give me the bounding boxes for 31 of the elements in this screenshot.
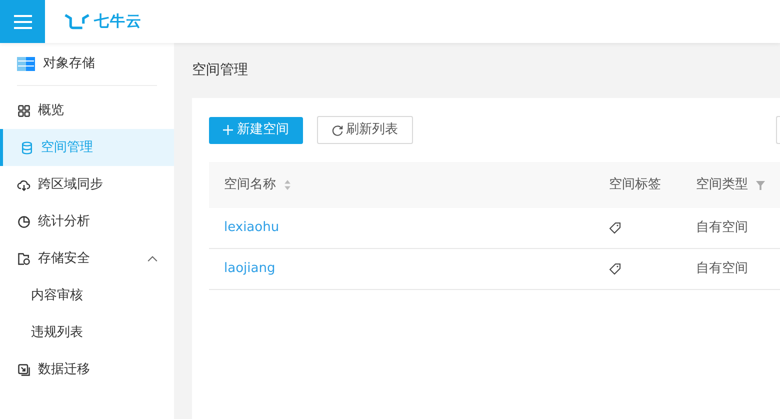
sidebar-item[interactable]: 数据迁移: [0, 351, 174, 388]
table-cell: 自有空间: [696, 261, 748, 276]
page-title: 空间管理: [192, 61, 249, 80]
grid-icon: [17, 104, 31, 118]
column-header: 空间标签: [609, 176, 662, 194]
plus-icon: [223, 125, 233, 135]
folder-shield-icon: [17, 252, 31, 266]
sidebar-item[interactable]: 跨区域同步: [0, 166, 174, 203]
sidebar-item[interactable]: 概览: [0, 92, 174, 129]
refresh-icon: [332, 124, 343, 136]
sidebar-item[interactable]: 存储安全: [0, 240, 174, 277]
table-cell: 自有空间: [696, 220, 748, 236]
migrate-icon: [17, 362, 31, 376]
sidebar-item[interactable]: 统计分析: [0, 203, 174, 240]
column-header[interactable]: 空间类型: [696, 175, 780, 195]
cloud-icon: [17, 178, 31, 192]
logo-icon: [64, 13, 90, 30]
tag-icon[interactable]: [609, 263, 621, 275]
chevron-up-icon[interactable]: [147, 255, 158, 262]
pie-chart-icon: [17, 214, 31, 228]
sidebar-subitem[interactable]: 违规列表: [0, 314, 174, 351]
refresh-button[interactable]: 刷新列表: [317, 116, 413, 144]
column-header[interactable]: 空间名称: [209, 175, 609, 195]
storage-icon: [17, 56, 35, 72]
tag-icon[interactable]: [609, 222, 621, 234]
sidebar-title: 对象存储: [43, 55, 95, 74]
menu-icon: [12, 14, 32, 30]
database-icon: [20, 140, 34, 154]
sidebar-subitem[interactable]: 内容审核: [0, 277, 174, 314]
logo-text: 七牛云: [94, 11, 142, 32]
menu-button[interactable]: [0, 0, 45, 43]
